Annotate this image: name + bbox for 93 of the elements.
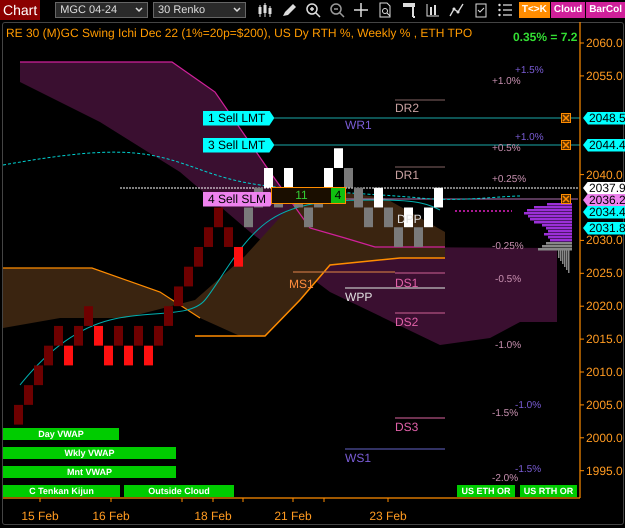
pivot-label: WPP [345,290,372,304]
date-label: 18 Feb [194,509,232,523]
position-ticks: 4 [331,188,345,203]
list-icon[interactable] [496,1,514,19]
point-of-control-line [455,210,512,212]
indicator-bar: Wkly VWAP [3,447,176,459]
price-tag: 2048.5 [583,112,625,124]
date-label: 15 Feb [21,509,59,523]
indicator-bar: C Tenkan Kijun [3,485,120,497]
zoom-out-icon[interactable] [328,1,346,19]
pivot-line [395,166,445,168]
axis-tick [242,498,244,502]
bar-chart-icon[interactable] [424,1,442,19]
axis-tick [580,174,584,176]
percent-level-label: -1.0% [515,400,542,411]
chevron-icon [135,7,144,13]
pivot-label: DS1 [395,276,418,290]
candlestick-icon[interactable] [256,1,274,19]
instrument-dropdown[interactable]: MGC 04-24 [55,2,148,18]
indicator-bar: Mnt VWAP [3,466,176,478]
percent-level-label: -1.0% [495,340,522,351]
indicator-bar: US RTH OR [520,485,577,497]
price-label: 2030.0 [586,233,623,248]
axis-tick [580,272,584,274]
pivot-label: WS1 [345,451,372,465]
bar-type-dropdown[interactable]: 30 Renko [153,2,246,18]
close-order-icon[interactable] [561,194,571,204]
chart-title: RE 30 (M)GC Swing Ichi Dec 22 (1%=20p=$200), US Dy RTH %, Weekly % , ETH TPO [6,26,472,40]
percent-level-label: -1.5% [515,464,542,475]
pivot-line [395,312,445,314]
pivot-label: MS1 [289,277,314,291]
chart-tab[interactable]: Chart [0,0,40,20]
order-tag[interactable]: 3 Sell LMT [203,138,274,152]
date-label: 16 Feb [92,509,130,523]
axis-tick [292,498,294,502]
toolbar-button[interactable]: Cloud [550,2,586,18]
order-tag[interactable]: 1 Sell LMT [203,110,274,126]
percent-level-label: +1.5% [515,65,544,76]
volume-profile-drawing [524,203,572,273]
axis-tick [580,75,584,76]
indicator-bar: Outside Cloud [124,485,234,497]
percent-level-label: +0.5% [492,143,521,154]
close-order-icon[interactable] [561,113,571,123]
price-tag: 2037.9 [583,182,625,194]
pivot-line [395,417,445,419]
price-label: 2000.0 [586,430,623,445]
price-label: 2020.0 [586,299,623,314]
date-label: 23 Feb [369,509,407,523]
axis-tick [580,240,584,241]
price-tag: 2044.4 [583,138,625,152]
close-order-icon[interactable] [561,140,571,150]
price-label: 2060.0 [586,36,623,50]
axis-tick [212,498,214,502]
date-label: 21 Feb [274,509,312,523]
price-label: 2015.0 [586,332,623,346]
axis-tick [110,498,112,502]
axis-tick [580,306,584,307]
toolbar-button[interactable]: BarCol [586,2,625,18]
pivot-line [395,99,445,101]
percent-level-label: +1.0% [515,132,544,143]
indicator-bar: US ETH OR [457,485,515,497]
axis-tick [580,404,584,406]
price-label: 2055.0 [586,68,623,83]
price-label: 1995.0 [586,464,623,478]
price-change: 0.35% = 7.2 [513,30,578,44]
percent-level-label: +1.0% [492,76,521,87]
percent-level-label: -1.5% [492,408,518,419]
pivot-label: DR2 [395,101,420,115]
pivot-label: DS2 [395,315,418,329]
price-label: 2040.0 [586,168,623,182]
axis-tick [580,437,584,438]
price-label: 2025.0 [586,266,623,280]
price-label: 2005.0 [586,398,623,412]
price-label: 2010.0 [586,365,623,379]
price-tag: 2036.2 [583,194,625,206]
pivot-label: WR1 [345,118,372,132]
pivot-label: DS3 [395,420,418,434]
price-tag: 2034.4 [583,206,625,218]
percent-level-label: -0.25% [492,241,524,252]
pivot-label: DR1 [395,168,420,182]
percent-level-label: -2.0% [492,473,518,484]
price-tag: 2031.8 [583,222,625,234]
axis-tick [580,338,584,340]
line-chart-icon[interactable] [448,1,466,19]
zoom-in-icon[interactable] [304,1,322,19]
axis-tick [580,470,584,472]
position-quantity: 11 [294,188,309,203]
chevron-icon [232,7,241,13]
percent-level-label: +0.25% [492,174,526,185]
indicator-bar: Day VWAP [3,428,119,440]
percent-level-label: -0.5% [495,274,522,285]
axis-tick [580,42,584,44]
crosshair-icon[interactable] [352,1,370,19]
